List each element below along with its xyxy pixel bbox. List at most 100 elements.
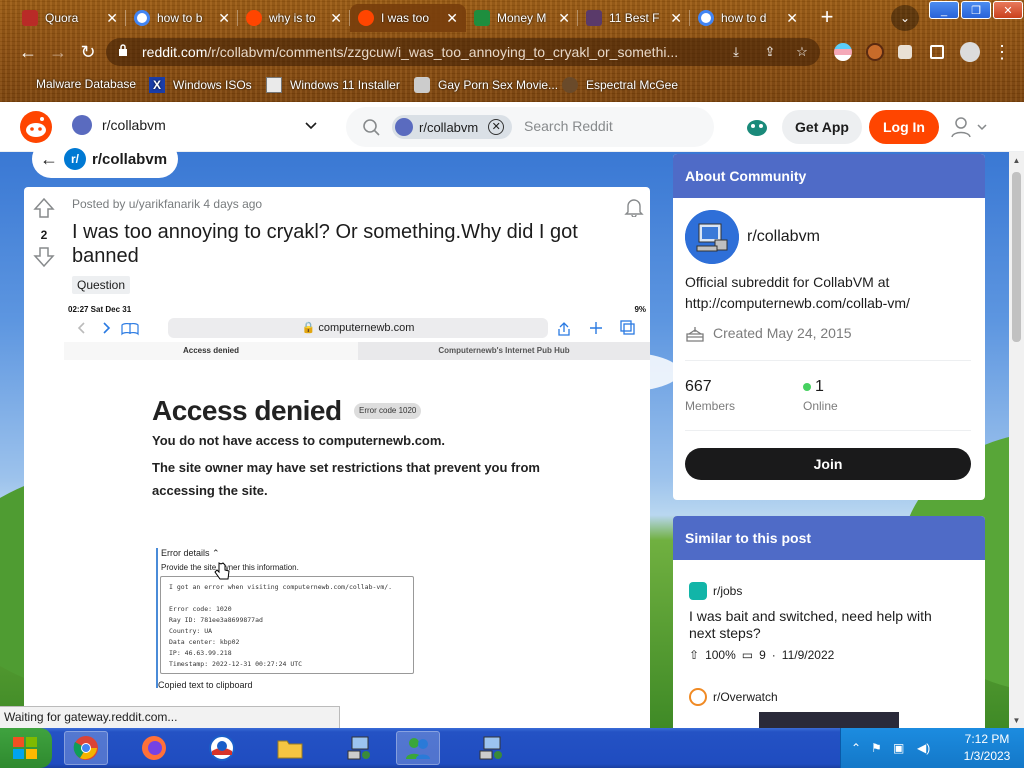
online-stat: 1 Online	[803, 378, 838, 413]
start-button[interactable]	[0, 728, 52, 768]
bookmark-gay-porn[interactable]: Gay Porn Sex Movie...	[414, 77, 558, 93]
bookmark-star-icon[interactable]: ☆	[794, 44, 810, 60]
extension-avatar-icon[interactable]	[866, 43, 884, 61]
minimize-button[interactable]: _	[929, 1, 959, 19]
ipad-address-bar: 🔒 computernewb.com	[168, 318, 548, 338]
tab-i-was-too-active[interactable]: I was too ✕	[350, 4, 466, 32]
side-panel-icon[interactable]	[930, 45, 944, 59]
tab-how-to-b[interactable]: how to b ✕	[126, 4, 238, 32]
close-tab-icon[interactable]: ✕	[670, 10, 682, 27]
network-icon[interactable]: ▣	[893, 741, 904, 755]
taskbar-firefox[interactable]	[132, 731, 176, 765]
notification-bell-icon[interactable]	[624, 197, 644, 217]
system-tray: ⌃ ⚑ ▣ ◀) 7:12 PM 1/3/2023	[840, 728, 1024, 768]
address-bar[interactable]: reddit.com/r/collabvm/comments/zzgcuw/i_…	[106, 38, 820, 66]
downvote-icon[interactable]	[33, 246, 55, 268]
close-tab-icon[interactable]: ✕	[330, 10, 342, 27]
tab-search-button[interactable]: ⌄	[891, 5, 919, 31]
browser-chrome: Quora ✕ how to b ✕ why is to ✕ I was too…	[0, 0, 1024, 102]
close-tab-icon[interactable]: ✕	[786, 10, 798, 27]
tab-how-to-d[interactable]: how to d ✕	[690, 4, 806, 32]
bookmark-windows-isos[interactable]: X Windows ISOs	[149, 77, 252, 93]
about-community-card: About Community r/collabvm Official subr…	[673, 154, 985, 500]
close-tab-icon[interactable]: ✕	[106, 10, 118, 27]
comment-icon: ▭	[741, 648, 754, 662]
install-icon[interactable]: ⤓	[728, 44, 744, 60]
globe-icon	[414, 77, 430, 93]
arrow-left-icon: ←	[40, 148, 58, 169]
user-menu-icon[interactable]	[950, 116, 990, 138]
chrome-icon	[73, 736, 98, 760]
reddit-logo-icon[interactable]	[20, 111, 52, 143]
profile-icon[interactable]	[960, 42, 980, 62]
search-community-chip[interactable]: r/collabvm ✕	[392, 115, 512, 139]
back-to-community-pill[interactable]: ← r/ r/collabvm	[32, 140, 178, 178]
similar-post-item[interactable]: r/jobs I was bait and switched, need hel…	[689, 582, 959, 662]
browser-status-bar: Waiting for gateway.reddit.com...	[0, 706, 340, 728]
post-image[interactable]: 02:27 Sat Dec 31 9% 🔒 computernewb.com A…	[64, 302, 650, 728]
taskbar-chrome[interactable]	[64, 731, 108, 765]
search-bar[interactable]: r/collabvm ✕ Search Reddit	[346, 107, 714, 147]
taskbar-network-app[interactable]	[336, 731, 380, 765]
bookmark-windows-11-installer[interactable]: Windows 11 Installer	[266, 77, 400, 93]
tab-why-is-to[interactable]: why is to ✕	[238, 4, 350, 32]
taskbar-file-explorer[interactable]	[268, 731, 312, 765]
post-flair[interactable]: Question	[72, 276, 131, 294]
tab-11-best[interactable]: 11 Best F ✕	[578, 4, 690, 32]
community-description: Official subreddit for CollabVM at http:…	[685, 274, 910, 311]
community-name[interactable]: r/collabvm	[747, 228, 820, 246]
get-app-button[interactable]: Get App	[782, 110, 862, 144]
browser-menu-icon[interactable]: ⋮	[990, 40, 1014, 64]
extensions-puzzle-icon[interactable]	[898, 45, 912, 59]
new-tab-button[interactable]: +	[814, 6, 840, 30]
search-input[interactable]: Search Reddit	[524, 118, 613, 134]
access-denied-heading: Access denied	[152, 395, 342, 426]
back-button[interactable]: ←	[16, 40, 40, 64]
forward-button[interactable]: →	[46, 40, 70, 64]
taskbar-network-app-2[interactable]	[468, 731, 512, 765]
post-title: I was too annoying to cryakl? Or somethi…	[72, 221, 578, 267]
collabvm-avatar-icon	[685, 210, 739, 264]
taskbar-messenger[interactable]	[396, 731, 440, 765]
clear-chip-icon[interactable]: ✕	[488, 119, 505, 135]
safari-nav-icons	[77, 322, 139, 336]
tray-expand-icon[interactable]: ⌃	[851, 741, 861, 755]
page-scrollbar[interactable]: ▲ ▼	[1009, 152, 1024, 728]
maximize-button[interactable]: ❐	[961, 1, 991, 19]
share-icon[interactable]: ⇪	[762, 44, 778, 60]
community-avatar-icon	[72, 115, 92, 135]
close-window-button[interactable]: ✕	[993, 1, 1023, 19]
community-selector[interactable]: r/collabvm	[72, 115, 166, 135]
upvote-icon[interactable]	[33, 197, 55, 219]
scrollbar-thumb[interactable]	[1012, 172, 1021, 342]
reload-button[interactable]: ↻	[76, 40, 100, 64]
bookmark-espectral-mcgee[interactable]: Espectral McGee	[562, 77, 678, 93]
close-tab-icon[interactable]: ✕	[558, 10, 570, 27]
tab-money-m[interactable]: Money M ✕	[466, 4, 578, 32]
money-favicon-icon	[474, 10, 490, 26]
bookmark-malware-database[interactable]: Malware Database	[36, 77, 136, 91]
error-details-box: I got an error when visiting computernew…	[160, 576, 414, 674]
box-favicon-icon	[586, 10, 602, 26]
join-button[interactable]: Join	[685, 448, 971, 480]
chevron-down-icon[interactable]	[304, 118, 318, 132]
snoo-mascot-icon[interactable]	[744, 114, 770, 138]
access-line-1: You do not have access to computernewb.c…	[152, 433, 446, 448]
google-favicon-icon	[134, 10, 150, 26]
reddit-favicon-icon	[246, 10, 262, 26]
close-tab-icon[interactable]: ✕	[218, 10, 230, 27]
clock[interactable]: 7:12 PM 1/3/2023	[949, 731, 1024, 765]
page-viewport: r/collabvm r/collabvm ✕ Search Reddit Ge…	[0, 102, 1024, 728]
login-button[interactable]: Log In	[869, 110, 939, 144]
taskbar-obama-app[interactable]	[200, 731, 244, 765]
action-center-flag-icon[interactable]: ⚑	[871, 741, 882, 755]
similar-post-item[interactable]: r/Overwatch	[689, 688, 778, 706]
extension-flag-icon[interactable]	[834, 43, 852, 61]
search-icon	[363, 119, 380, 136]
similar-post-thumbnail[interactable]	[759, 712, 899, 728]
community-created: Created May 24, 2015	[685, 324, 852, 342]
close-tab-icon[interactable]: ✕	[446, 10, 458, 27]
about-community-header: About Community	[673, 154, 985, 198]
volume-icon[interactable]: ◀)	[917, 741, 930, 755]
tab-quora[interactable]: Quora ✕	[14, 4, 126, 32]
